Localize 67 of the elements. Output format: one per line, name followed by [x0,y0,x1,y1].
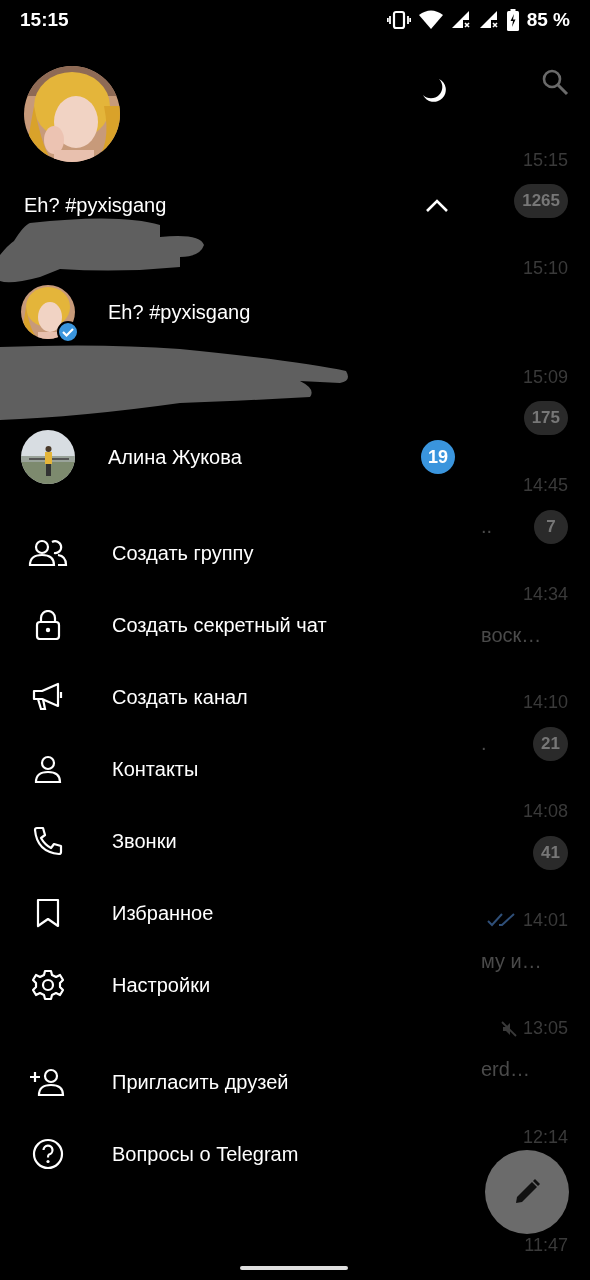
menu-item[interactable]: Создать секретный чат [0,589,475,661]
chat-time: 15:10 [522,258,568,280]
unread-count: 175 [523,401,568,436]
people-icon [28,539,68,567]
menu-label: Пригласить друзей [112,1070,289,1094]
phone-icon [33,826,63,856]
vibrate-icon [386,10,411,30]
message-preview: воск… [480,623,543,647]
profile-name: Eh? #pyxisgang [24,194,167,217]
message-preview: му и… [480,949,543,973]
search-icon [541,68,569,96]
status-time: 15:15 [20,9,69,31]
menu-label: Создать канал [112,685,248,709]
muted-speaker-icon [500,1020,517,1037]
double-check-icon [486,912,517,929]
chat-time: 12:14 [522,1126,568,1148]
bookmark-icon [36,898,60,928]
chat-time: 15:09 [522,366,568,388]
menu-label: Вопросы о Telegram [112,1142,299,1166]
wifi-icon [418,10,443,30]
message-preview: . [480,732,488,756]
menu-item[interactable]: Избранное [0,877,475,949]
message-preview: .. [480,515,494,539]
megaphone-icon [32,682,64,712]
chat-time: 13:05 [522,1018,568,1040]
chat-time: 14:34 [522,583,568,605]
chat-time: 15:15 [522,149,568,171]
gear-icon [32,969,64,1001]
unread-count: 1265 [514,184,568,218]
question-icon [32,1138,64,1170]
unread-count: 21 [533,726,568,761]
person-icon [34,755,62,783]
signal-icon [450,10,471,30]
menu-label: Создать секретный чат [112,613,327,637]
lock-icon [34,610,62,640]
menu-item[interactable]: Настройки [0,949,475,1021]
menu-item[interactable]: Пригласить друзей [0,1046,475,1118]
menu-label: Создать группу [112,541,254,565]
account-name: Алина Жукова [108,445,243,469]
pencil-icon [513,1178,541,1206]
chat-time: 14:10 [522,692,568,714]
menu-label: Настройки [112,973,211,997]
message-preview: erd… [480,1058,531,1082]
chat-time: 14:08 [522,801,568,823]
menu-item[interactable]: Создать канал [0,661,475,733]
unread-count: 7 [534,509,568,544]
account-row[interactable]: Алина Жукова 19 [0,421,475,493]
unread-count: 41 [533,835,568,870]
account-row[interactable]: Eh? #pyxisgang [0,276,475,348]
menu-label: Контакты [112,757,199,781]
menu-item[interactable]: Вопросы о Telegram [0,1118,475,1190]
menu-label: Избранное [112,901,214,925]
unread-count: 19 [421,440,455,474]
battery-percent: 85 % [526,9,570,31]
menu-item[interactable]: Создать группу [0,517,475,589]
signal-icon [478,10,499,30]
chat-time: 14:01 [522,909,568,931]
chat-time: 11:47 [524,1235,568,1257]
menu-item[interactable]: Контакты [0,733,475,805]
chat-time: 14:45 [522,475,568,497]
menu-item[interactable]: Звонки [0,805,475,877]
moon-icon[interactable] [421,77,449,105]
add-person-icon [29,1068,67,1096]
account-name: Eh? #pyxisgang [108,300,252,324]
battery-icon [506,9,519,31]
chevron-up-icon[interactable] [425,198,449,213]
menu-label: Звонки [112,829,177,853]
